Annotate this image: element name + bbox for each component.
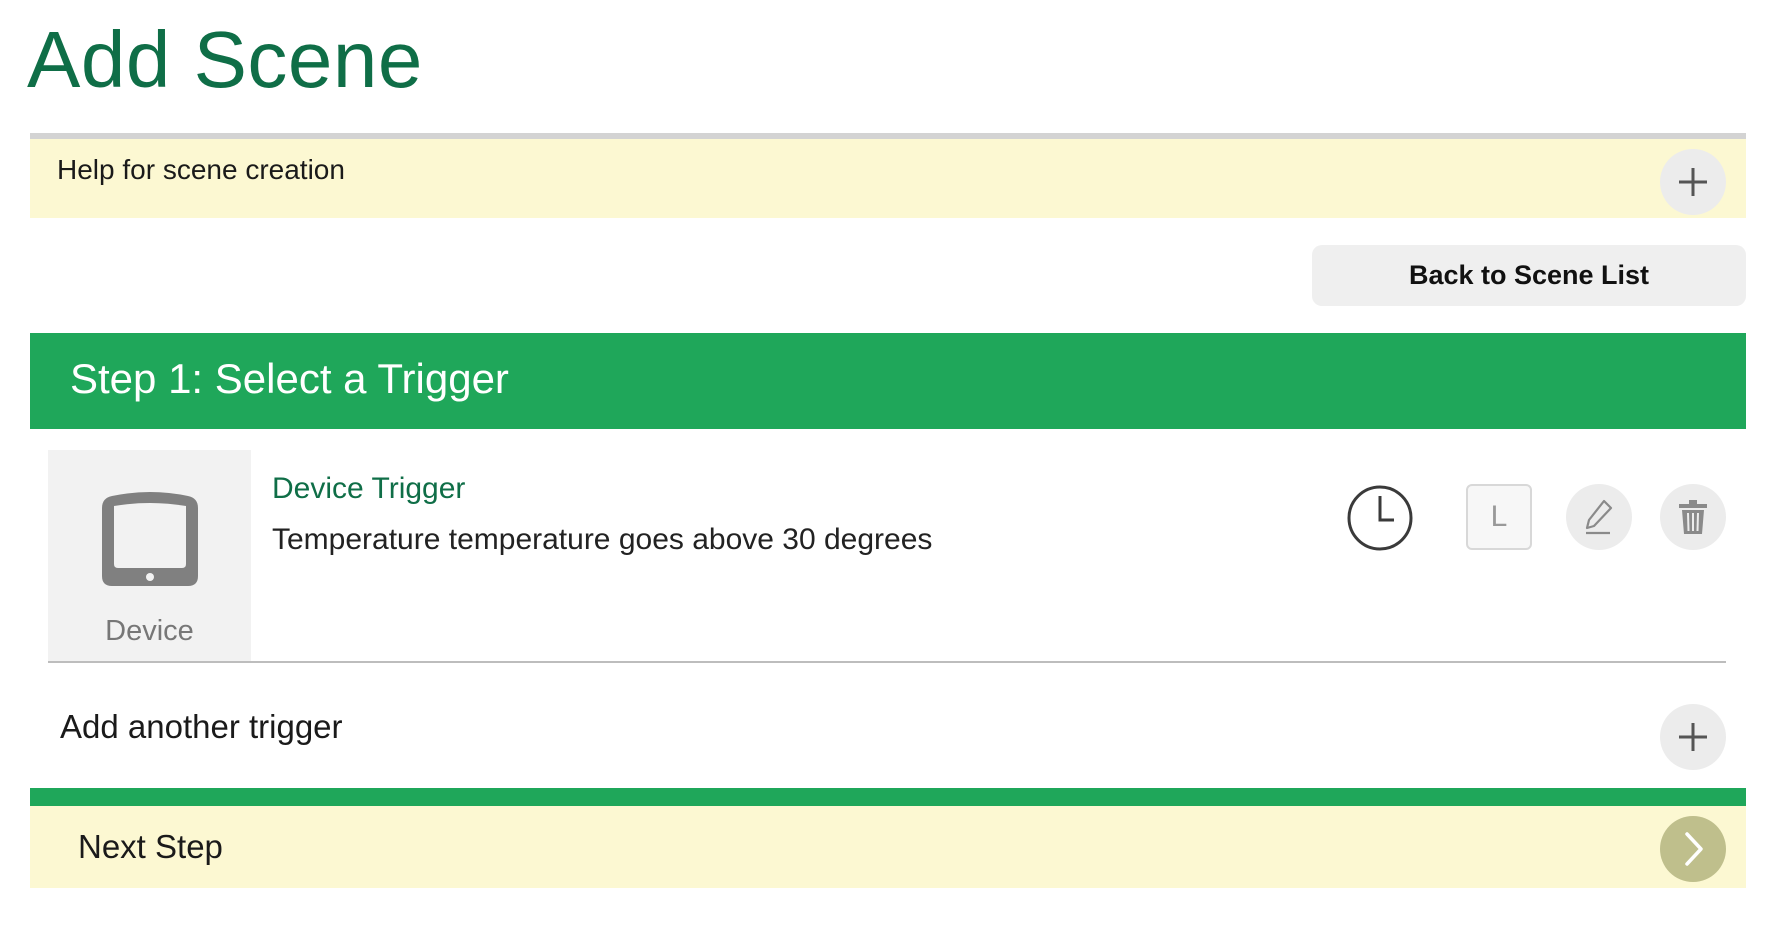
clock-icon	[1347, 485, 1413, 551]
trash-icon	[1679, 500, 1707, 534]
plus-icon	[1679, 168, 1707, 196]
l-button[interactable]: L	[1466, 484, 1532, 550]
next-step-button[interactable]	[1660, 816, 1726, 882]
back-to-scene-list-button[interactable]: Back to Scene List	[1312, 245, 1746, 306]
trigger-row: Device Device Trigger Temperature temper…	[48, 450, 1726, 663]
next-step-panel[interactable]: Next Step	[30, 806, 1746, 888]
add-trigger-label: Add another trigger	[60, 708, 343, 745]
edit-trigger-button[interactable]	[1566, 484, 1632, 550]
add-trigger-button[interactable]	[1660, 704, 1726, 770]
page-title: Add Scene	[27, 15, 423, 104]
help-expand-button[interactable]	[1660, 149, 1726, 215]
schedule-button[interactable]	[1346, 484, 1414, 552]
trigger-title: Device Trigger	[272, 472, 466, 505]
delete-trigger-button[interactable]	[1660, 484, 1726, 550]
trigger-description: Temperature temperature goes above 30 de…	[272, 523, 933, 556]
next-step-label: Next Step	[78, 828, 223, 865]
step-header: Step 1: Select a Trigger	[30, 333, 1746, 429]
device-tablet-icon	[102, 492, 198, 586]
help-panel[interactable]: Help for scene creation	[30, 133, 1746, 218]
step-title: Step 1: Select a Trigger	[70, 355, 509, 402]
divider-bar	[30, 788, 1746, 808]
add-scene-page: Add Scene Help for scene creation Back t…	[0, 0, 1778, 932]
help-label: Help for scene creation	[57, 154, 345, 185]
chevron-right-icon	[1685, 832, 1703, 866]
device-tile: Device	[48, 450, 251, 661]
device-label: Device	[105, 615, 194, 647]
plus-icon	[1679, 723, 1707, 751]
pencil-icon	[1585, 499, 1613, 535]
